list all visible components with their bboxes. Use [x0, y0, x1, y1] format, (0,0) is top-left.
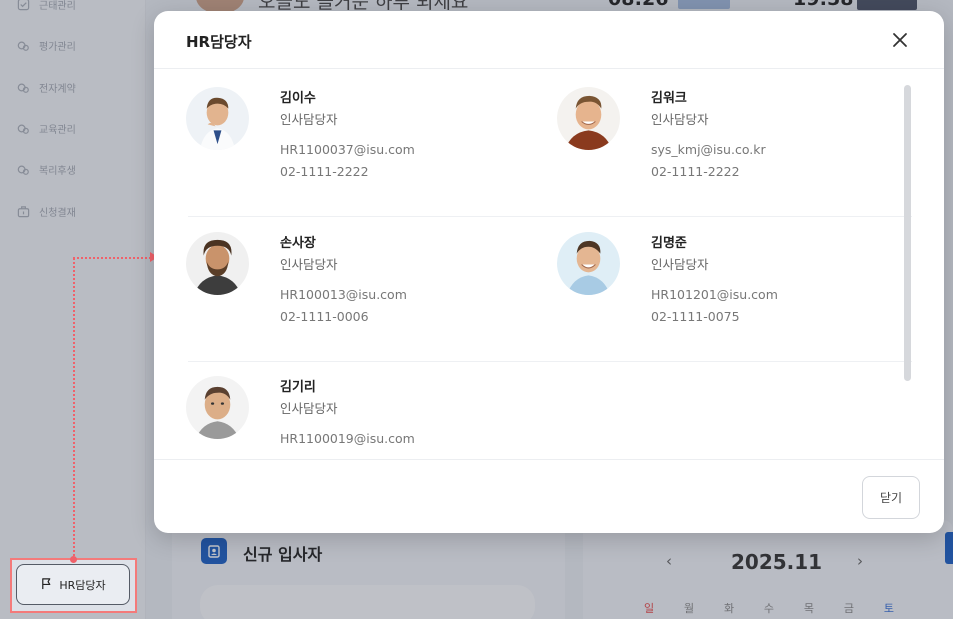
contact-phone: 02-1111-0006 [280, 309, 369, 324]
contact-email[interactable]: HR100013@isu.com [280, 287, 407, 302]
contact-card: 김이수 인사담당자 HR1100037@isu.com 02-1111-2222 [186, 87, 526, 197]
contact-role: 인사담당자 [651, 257, 709, 272]
contact-name: 손사장 [280, 236, 316, 251]
row-divider [188, 361, 912, 362]
contact-role: 인사담당자 [280, 401, 338, 416]
avatar [186, 376, 249, 439]
contact-phone: 02-1111-2222 [651, 164, 740, 179]
avatar [186, 87, 249, 150]
connector-line [73, 258, 75, 560]
modal-close-button[interactable] [888, 26, 912, 54]
contact-card: 손사장 인사담당자 HR100013@isu.com 02-1111-0006 [186, 232, 526, 342]
hr-contact-button-label: HR담당자 [59, 578, 106, 592]
hr-contact-modal: HR담당자 김이수 인사담당자 HR1100037@isu.com 02-111… [154, 11, 944, 533]
modal-title: HR담당자 [186, 33, 252, 51]
connector-dot [70, 556, 77, 563]
contact-role: 인사담당자 [651, 112, 709, 127]
modal-header: HR담당자 [154, 11, 944, 69]
contact-role: 인사담당자 [280, 257, 338, 272]
row-divider [188, 216, 912, 217]
close-icon [893, 33, 907, 47]
contact-list[interactable]: 김이수 인사담당자 HR1100037@isu.com 02-1111-2222… [154, 69, 944, 459]
contact-email[interactable]: sys_kmj@isu.co.kr [651, 142, 766, 157]
avatar [186, 232, 249, 295]
flag-icon [40, 577, 53, 593]
contact-name: 김명준 [651, 236, 687, 251]
avatar [557, 232, 620, 295]
contact-name: 김워크 [651, 91, 687, 106]
scrollbar[interactable] [904, 85, 911, 381]
contact-email[interactable]: HR101201@isu.com [651, 287, 778, 302]
modal-footer: 닫기 [154, 459, 944, 533]
contact-card: 김워크 인사담당자 sys_kmj@isu.co.kr 02-1111-2222 [557, 87, 897, 197]
connector-line [73, 257, 151, 259]
hr-contact-button[interactable]: HR담당자 [16, 564, 130, 605]
contact-name: 김이수 [280, 91, 316, 106]
contact-phone: 02-1111-2222 [280, 164, 369, 179]
avatar [557, 87, 620, 150]
contact-email[interactable]: HR1100037@isu.com [280, 142, 415, 157]
contact-name: 김기리 [280, 380, 316, 395]
contact-role: 인사담당자 [280, 112, 338, 127]
contact-card: 김명준 인사담당자 HR101201@isu.com 02-1111-0075 [557, 232, 897, 342]
contact-email[interactable]: HR1100019@isu.com [280, 431, 415, 446]
contact-card: 김기리 인사담당자 HR1100019@isu.com [186, 376, 526, 459]
contact-phone: 02-1111-0075 [651, 309, 740, 324]
close-button[interactable]: 닫기 [862, 476, 920, 519]
